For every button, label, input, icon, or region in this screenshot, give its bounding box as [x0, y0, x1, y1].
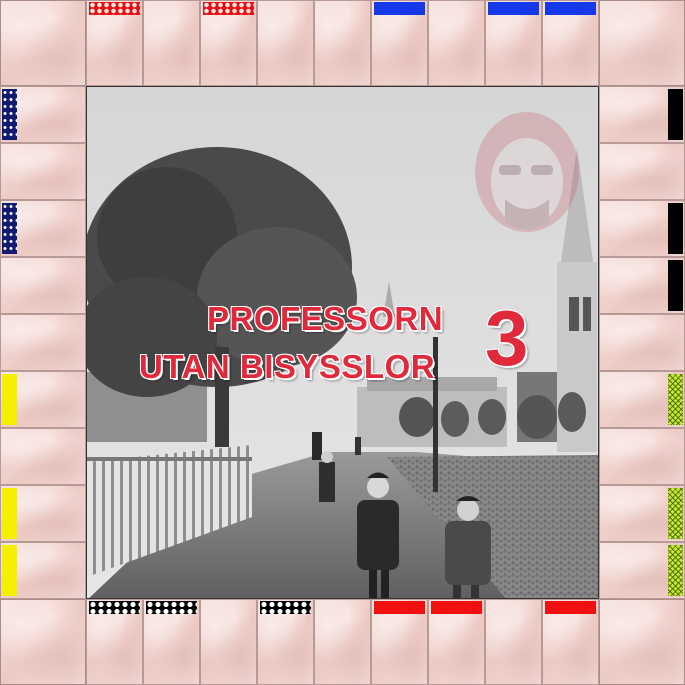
board-space-bottom-5[interactable] [314, 599, 371, 685]
board-space-top-2[interactable] [143, 0, 200, 86]
board-space-right-4[interactable] [599, 257, 685, 314]
color-strip-red [431, 601, 482, 614]
corner-bottom-right[interactable] [599, 599, 685, 685]
color-strip-yellow [2, 374, 17, 425]
board-space-top-3[interactable] [200, 0, 257, 86]
color-strip-navy-stars [2, 89, 17, 140]
color-strip-blue [488, 2, 539, 15]
color-strip-black [668, 260, 683, 311]
color-strip-black-dots [260, 601, 311, 614]
board-space-right-2[interactable] [599, 143, 685, 200]
game-title-line-2: UTAN BISYSSLOR [139, 348, 436, 385]
color-strip-blue [545, 2, 596, 15]
color-strip-blue [374, 2, 425, 15]
board-space-top-6[interactable] [371, 0, 428, 86]
color-strip-red-dots [89, 2, 140, 15]
board-space-bottom-6[interactable] [371, 599, 428, 685]
board-space-right-8[interactable] [599, 485, 685, 542]
board-space-top-9[interactable] [542, 0, 599, 86]
board-space-top-4[interactable] [257, 0, 314, 86]
board-space-top-7[interactable] [428, 0, 485, 86]
corner-bottom-left[interactable] [0, 599, 86, 685]
board-space-top-5[interactable] [314, 0, 371, 86]
board-space-left-4[interactable] [0, 257, 86, 314]
board-space-bottom-9[interactable] [542, 599, 599, 685]
color-strip-yellow [2, 545, 17, 596]
color-strip-black-dots [89, 601, 140, 614]
board-space-left-8[interactable] [0, 485, 86, 542]
color-strip-yellow [2, 488, 17, 539]
color-strip-green [668, 374, 683, 425]
board-center-artwork: PROFESSORN UTAN BISYSSLOR 3 [86, 86, 599, 599]
game-title-number: 3 [485, 294, 529, 382]
board-space-left-7[interactable] [0, 428, 86, 485]
board-space-left-9[interactable] [0, 542, 86, 599]
board-space-top-8[interactable] [485, 0, 542, 86]
color-strip-red [374, 601, 425, 614]
board-space-left-3[interactable] [0, 200, 86, 257]
corner-top-left[interactable] [0, 0, 86, 86]
board-space-right-9[interactable] [599, 542, 685, 599]
corner-top-right[interactable] [599, 0, 685, 86]
board-space-top-1[interactable] [86, 0, 143, 86]
board-space-right-3[interactable] [599, 200, 685, 257]
board-space-bottom-7[interactable] [428, 599, 485, 685]
board-space-right-1[interactable] [599, 86, 685, 143]
color-strip-green [668, 545, 683, 596]
board-space-bottom-3[interactable] [200, 599, 257, 685]
color-strip-black-dots [146, 601, 197, 614]
color-strip-red [545, 601, 596, 614]
color-strip-black [668, 89, 683, 140]
game-title-line-1: PROFESSORN [207, 300, 444, 337]
board-space-left-2[interactable] [0, 143, 86, 200]
board-space-left-5[interactable] [0, 314, 86, 371]
board-space-bottom-8[interactable] [485, 599, 542, 685]
board-space-right-7[interactable] [599, 428, 685, 485]
board-space-right-6[interactable] [599, 371, 685, 428]
color-strip-green [668, 488, 683, 539]
color-strip-black [668, 203, 683, 254]
game-board: PROFESSORN UTAN BISYSSLOR 3 [0, 0, 685, 685]
board-space-bottom-2[interactable] [143, 599, 200, 685]
color-strip-navy-stars [2, 203, 17, 254]
board-space-left-1[interactable] [0, 86, 86, 143]
board-space-right-5[interactable] [599, 314, 685, 371]
board-space-left-6[interactable] [0, 371, 86, 428]
color-strip-red-dots [203, 2, 254, 15]
board-space-bottom-4[interactable] [257, 599, 314, 685]
board-space-bottom-1[interactable] [86, 599, 143, 685]
